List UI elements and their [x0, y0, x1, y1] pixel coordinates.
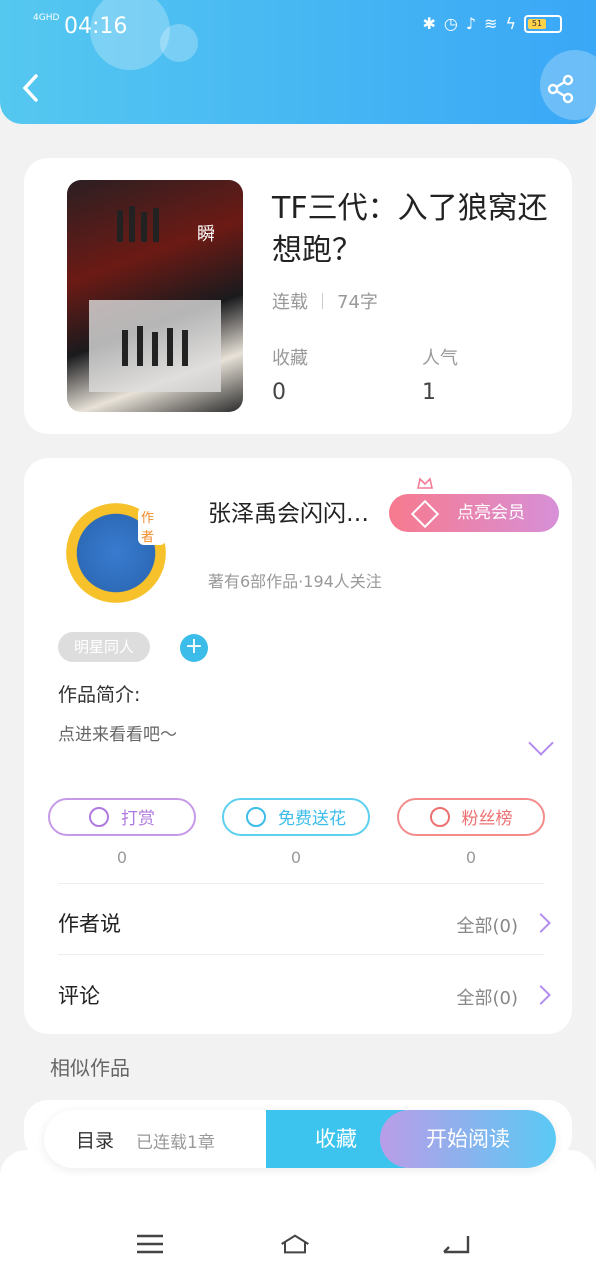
divider [58, 954, 544, 955]
collect-stat: 收藏 0 [272, 344, 308, 405]
send-flower-button[interactable]: 免费送花 [222, 798, 370, 836]
popularity-value: 1 [422, 380, 436, 405]
book-title: TF三代：入了狼窝还想跑？ [272, 191, 548, 268]
fan-rank-label: 粉丝榜 [461, 809, 513, 829]
chevron-right-icon [531, 985, 551, 1005]
intro-text: 点进来看看吧～ [58, 725, 177, 745]
book-info-card: 瞬 TF三代：入了狼窝还想跑？ 连载 74字 收藏 0 人气 1 [24, 158, 572, 434]
collect-label: 收藏 [272, 348, 308, 369]
book-status: 连载 [272, 292, 308, 313]
network-indicator: 4GHD [33, 13, 60, 23]
diamond-icon [410, 499, 440, 529]
status-icons: ✱ ◷ ♪ ≋ ϟ 51 [422, 14, 562, 33]
battery-icon: 51 [524, 14, 562, 33]
similar-works-title: 相似作品 [50, 1056, 130, 1080]
book-meta: 连载 74字 [272, 288, 378, 314]
status-time: 04:16 [64, 14, 128, 39]
svg-text:瞬: 瞬 [197, 224, 215, 245]
author-avatar-tag: 作者 [138, 507, 166, 545]
popularity-label: 人气 [422, 348, 458, 369]
popularity-stat: 人气 1 [422, 344, 458, 405]
user-heart-icon [429, 807, 450, 827]
author-name[interactable]: 张泽禹会闪闪… [208, 494, 369, 528]
fan-rank-button[interactable]: 粉丝榜 [397, 798, 545, 836]
start-reading-button[interactable]: 开始阅读 [380, 1110, 556, 1168]
system-nav-bar [0, 1150, 596, 1280]
yen-icon [89, 807, 109, 827]
return-icon[interactable] [440, 1232, 470, 1256]
book-word-count: 74字 [337, 292, 378, 313]
flower-count: 0 [290, 848, 302, 867]
bluetooth-icon: ✱ [422, 14, 436, 33]
book-cover-image[interactable]: 瞬 [67, 180, 243, 412]
bottom-action-bar: 目录 已连载1章 收藏 开始阅读 [44, 1110, 556, 1168]
flower-icon [246, 807, 266, 827]
divider [58, 883, 544, 884]
reward-count: 0 [116, 848, 128, 867]
chevron-down-icon[interactable] [528, 730, 554, 756]
home-icon[interactable] [280, 1232, 310, 1256]
vip-button[interactable]: 点亮会员 [389, 494, 559, 532]
author-says-value: 全部(0) [456, 916, 519, 937]
tag-chip[interactable]: 明星同人 [58, 632, 150, 662]
collect-value: 0 [272, 380, 286, 405]
comments-value: 全部(0) [456, 988, 519, 1009]
fan-count: 0 [465, 848, 477, 867]
crown-icon [417, 477, 433, 489]
author-avatar[interactable]: 作者 [66, 503, 166, 603]
meta-divider [322, 293, 323, 309]
comments-label: 评论 [58, 984, 100, 1008]
wifi-icon: ≋ [484, 14, 498, 33]
catalog-button[interactable]: 目录 [76, 1126, 114, 1153]
author-says-label: 作者说 [58, 912, 121, 936]
mute-icon: ♪ [465, 14, 477, 33]
vip-label: 点亮会员 [457, 503, 525, 523]
charge-icon: ϟ [505, 14, 516, 33]
comments-row[interactable]: 评论 全部(0) [58, 970, 551, 1020]
alarm-icon: ◷ [443, 14, 458, 33]
intro-heading: 作品简介: [58, 684, 141, 706]
author-summary: 著有6部作品·194人关注 [208, 572, 382, 591]
battery-level: 51 [528, 18, 546, 29]
author-card: 作者 张泽禹会闪闪… 点亮会员 著有6部作品·194人关注 明星同人 + 作品简… [24, 458, 572, 1034]
back-icon[interactable] [20, 72, 50, 112]
share-icon[interactable] [546, 74, 576, 108]
reward-button[interactable]: 打赏 [48, 798, 196, 836]
chevron-right-icon [531, 913, 551, 933]
top-header: 4GHD 04:16 ✱ ◷ ♪ ≋ ϟ 51 [0, 0, 596, 124]
reward-label: 打赏 [121, 809, 155, 829]
menu-icon[interactable] [135, 1232, 165, 1256]
author-says-row[interactable]: 作者说 全部(0) [58, 898, 551, 948]
plus-icon[interactable]: + [180, 634, 208, 662]
status-bar: 4GHD 04:16 ✱ ◷ ♪ ≋ ϟ 51 [0, 6, 596, 40]
send-flower-label: 免费送花 [278, 809, 346, 829]
chapter-count: 已连载1章 [136, 1133, 215, 1153]
